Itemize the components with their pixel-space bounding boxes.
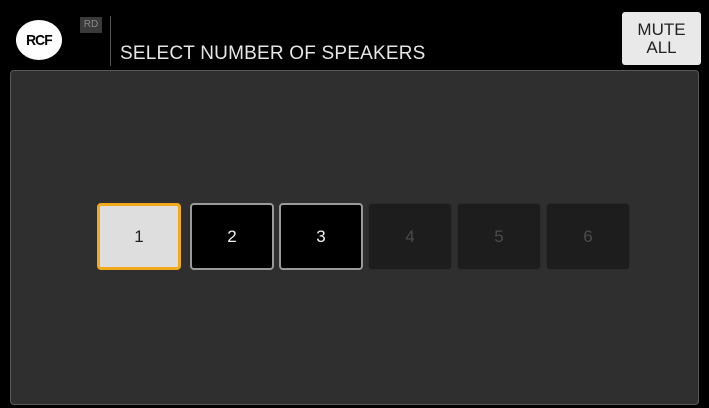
speaker-count-button-6[interactable]: 6: [546, 203, 630, 270]
speaker-count-label: 6: [583, 226, 593, 246]
mute-all-button[interactable]: MUTE ALL: [622, 12, 701, 65]
speaker-count-label: 1: [134, 226, 144, 246]
speaker-count-selector: 1 2 3 4 5 6: [97, 203, 637, 270]
page-title: SELECT NUMBER OF SPEAKERS: [120, 43, 426, 64]
speaker-count-button-2[interactable]: 2: [190, 203, 274, 270]
speaker-count-label: 5: [494, 226, 504, 246]
mute-button-line2: ALL: [646, 37, 677, 57]
rd-badge: RD: [80, 17, 102, 33]
speaker-count-label: 2: [227, 226, 237, 246]
speaker-count-button-4[interactable]: 4: [368, 203, 452, 270]
header-bar: RCF RD SELECT NUMBER OF SPEAKERS MUTE AL…: [0, 0, 709, 70]
rcf-logo: RCF: [16, 20, 62, 60]
speaker-count-label: 4: [405, 226, 415, 246]
logo-text: RCF: [26, 31, 53, 49]
speaker-count-button-5[interactable]: 5: [457, 203, 541, 270]
speaker-selection-screen: RCF RD SELECT NUMBER OF SPEAKERS MUTE AL…: [0, 0, 709, 408]
mute-button-line1: MUTE: [637, 19, 686, 39]
header-divider: [110, 16, 111, 66]
content-panel: 1 2 3 4 5 6: [10, 70, 699, 405]
speaker-count-label: 3: [316, 226, 326, 246]
speaker-count-button-3[interactable]: 3: [279, 203, 363, 270]
speaker-count-button-1[interactable]: 1: [97, 203, 181, 270]
